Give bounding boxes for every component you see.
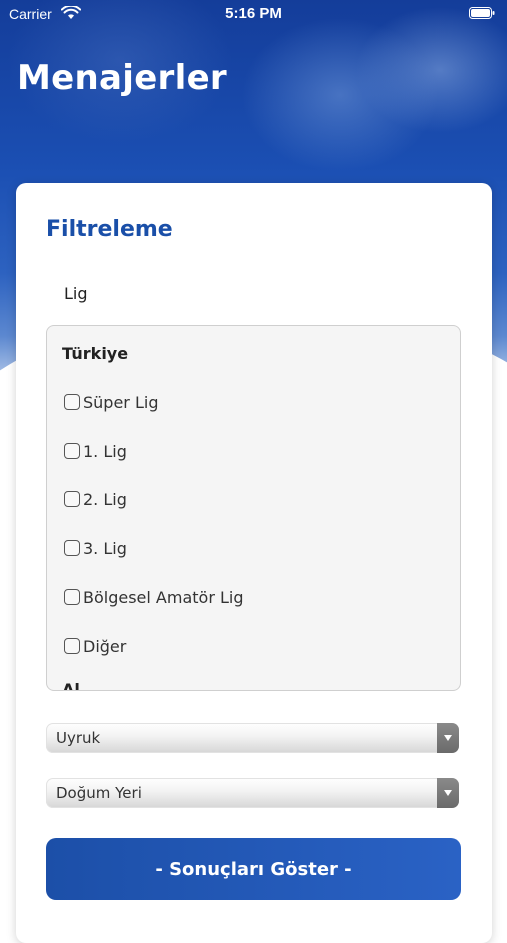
group-title-next: Al... [62, 680, 99, 691]
league-checkbox-list[interactable]: Türkiye Süper Lig 1. Lig 2. Lig 3. Lig B… [46, 325, 461, 691]
clock: 5:16 PM [225, 5, 282, 22]
option-2-lig[interactable]: 2. Lig [64, 487, 127, 511]
dropdown-arrow-icon[interactable] [437, 778, 459, 808]
checkbox-icon[interactable] [64, 491, 80, 507]
checkbox-icon[interactable] [64, 638, 80, 654]
nationality-select[interactable]: Uyruk [46, 723, 459, 753]
filter-card: Filtreleme Lig Türkiye Süper Lig 1. Lig … [16, 183, 492, 943]
option-3-lig[interactable]: 3. Lig [64, 536, 127, 560]
option-label: Süper Lig [83, 392, 159, 412]
filter-title: Filtreleme [46, 217, 173, 242]
option-1-lig[interactable]: 1. Lig [64, 439, 127, 463]
league-label: Lig [64, 284, 88, 303]
option-label: 2. Lig [83, 489, 127, 509]
option-label: Diğer [83, 636, 127, 656]
status-bar: Carrier 5:16 PM [0, 0, 507, 28]
checkbox-icon[interactable] [64, 540, 80, 556]
checkbox-icon[interactable] [64, 443, 80, 459]
option-super-lig[interactable]: Süper Lig [64, 390, 158, 414]
birthplace-select-value: Doğum Yeri [56, 784, 142, 802]
battery-icon [469, 7, 495, 19]
group-title-turkiye: Türkiye [62, 344, 129, 363]
option-diger[interactable]: Diğer [64, 634, 126, 658]
option-bolgesel-amator-lig[interactable]: Bölgesel Amatör Lig [64, 585, 244, 609]
birthplace-select[interactable]: Doğum Yeri [46, 778, 459, 808]
option-label: 1. Lig [83, 441, 127, 461]
show-results-button[interactable]: - Sonuçları Göster - [46, 838, 461, 900]
checkbox-icon[interactable] [64, 589, 80, 605]
option-label: 3. Lig [83, 538, 127, 558]
checkbox-icon[interactable] [64, 394, 80, 410]
nationality-select-value: Uyruk [56, 729, 101, 747]
option-label: Bölgesel Amatör Lig [83, 587, 244, 607]
dropdown-arrow-icon[interactable] [437, 723, 459, 753]
page-title: Menajerler [17, 58, 228, 98]
